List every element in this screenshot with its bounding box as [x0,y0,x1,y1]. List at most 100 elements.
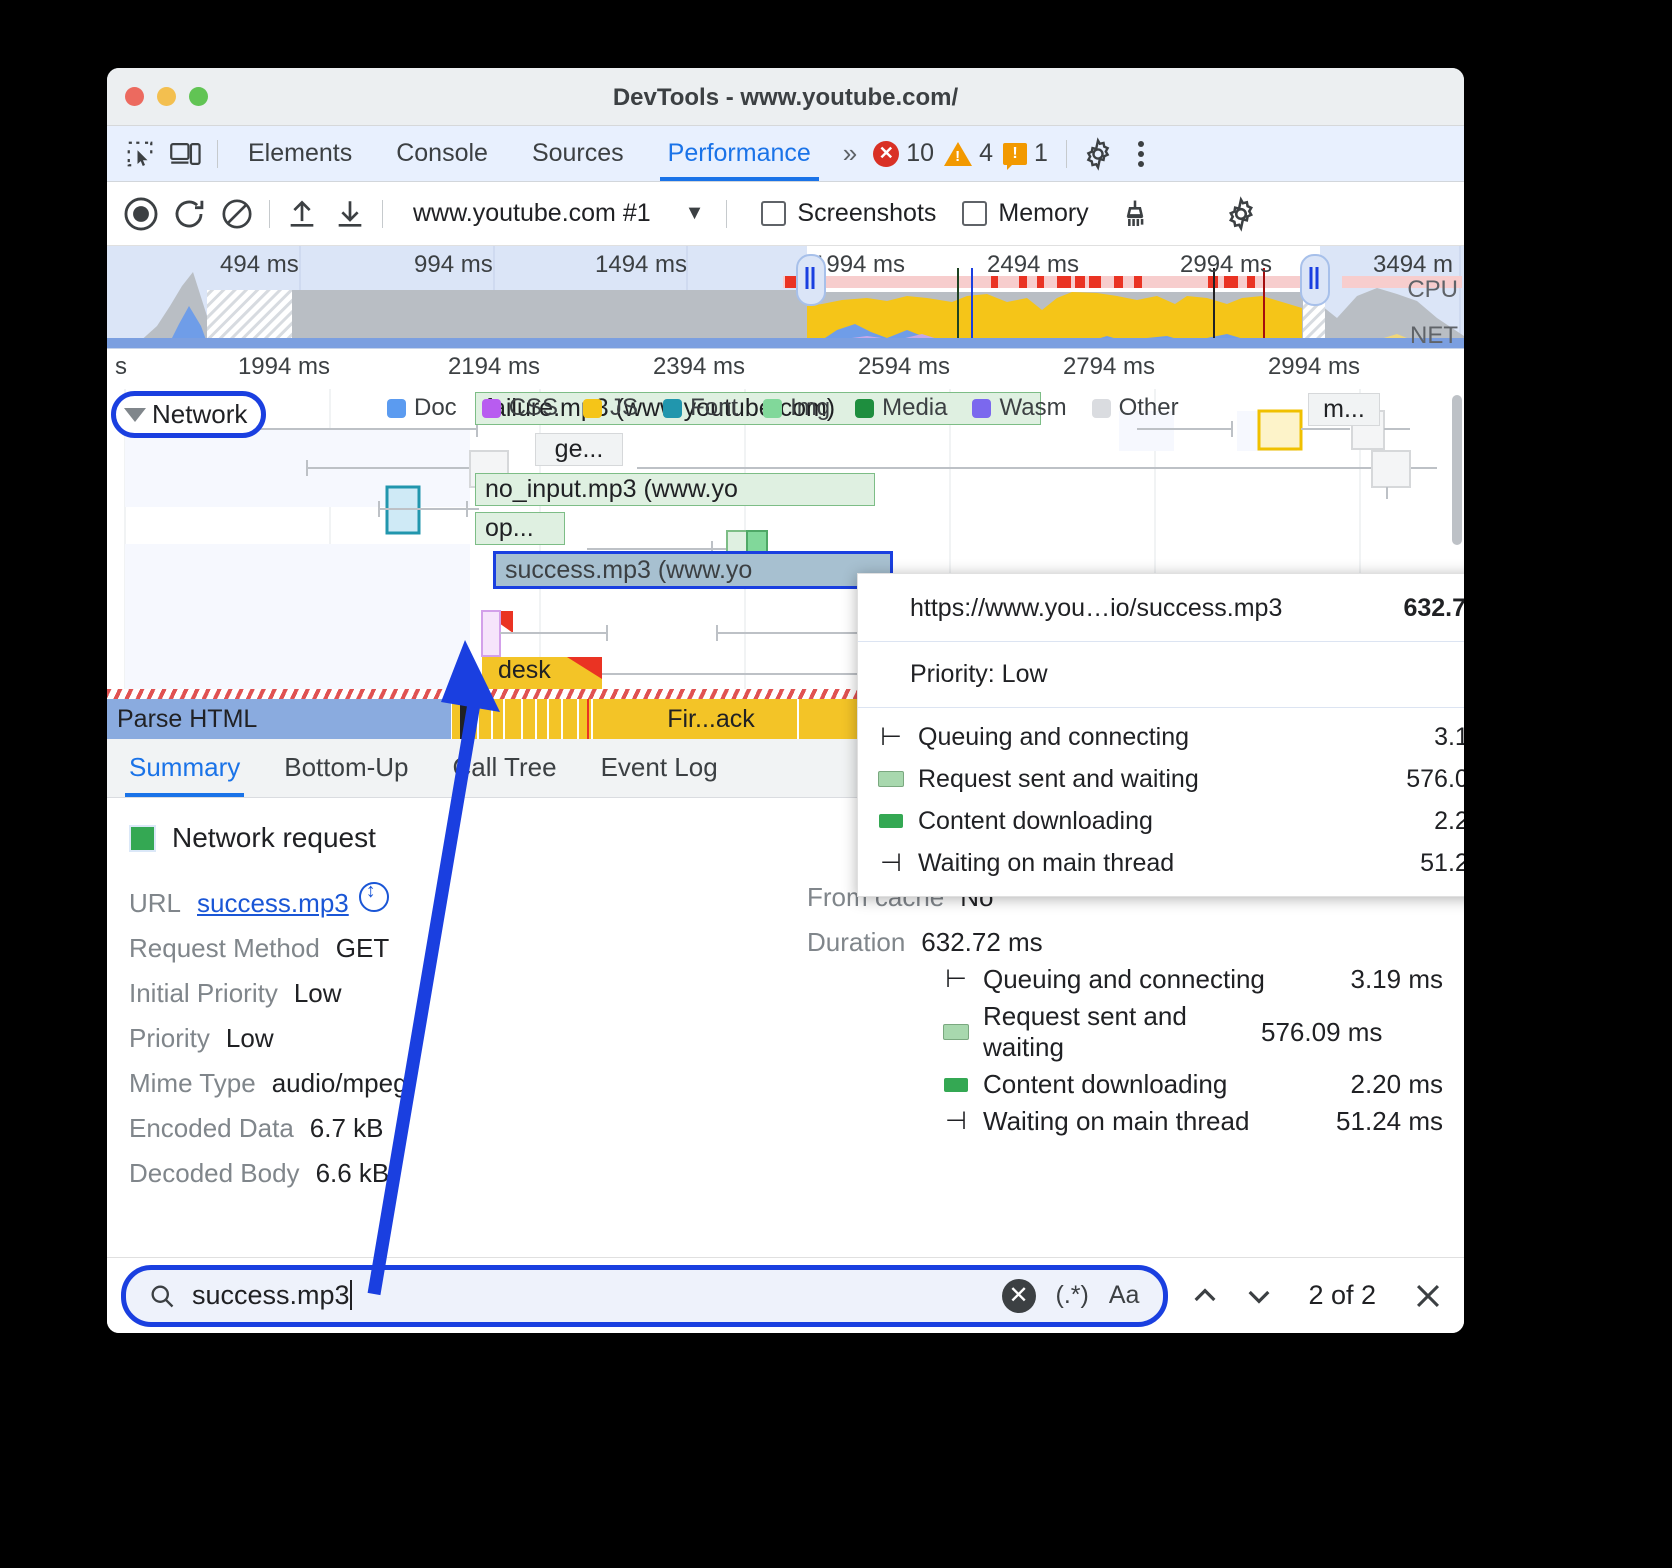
summary-row-url: URL success.mp3 [129,882,749,919]
search-input[interactable]: success.mp3 [192,1280,1002,1311]
waterfall-ruler: s 1994 ms 2194 ms 2394 ms 2594 ms 2794 m… [107,349,1464,389]
network-legend: Doc CSS JS Font Img Media Wasm Other [387,394,1195,422]
legend-other: Other [1092,394,1179,422]
breakdown-waiting-main-thread: ⊣ Waiting on main thread 51.24 ms [943,1106,1443,1137]
network-request-tooltip: https://www.you…io/success.mp3 632.72 ms… [857,573,1464,897]
breakdown-label-queuing: Queuing and connecting [983,964,1333,995]
summary-row-request-method: Request Method GET [129,933,749,964]
memory-checkbox[interactable]: Memory [962,199,1088,228]
performance-settings-gear-icon[interactable] [1217,190,1265,238]
overview-left-handle[interactable] [796,254,826,306]
tooltip-row-request-sent: Request sent and waiting 576.09 ms [878,758,1464,800]
breakdown-label-request-sent: Request sent and waiting [983,1001,1243,1063]
record-icon[interactable] [117,190,165,238]
reload-record-icon[interactable] [165,190,213,238]
overview-timeline[interactable]: 494 ms 994 ms 1494 ms 1994 ms 2494 ms 29… [107,246,1464,349]
more-options-icon[interactable] [1121,134,1161,174]
summary-key-decoded-body: Decoded Body [129,1158,300,1189]
request-bar-success-selected[interactable]: success.mp3 (www.yo [493,551,893,589]
flame-block-first-paint[interactable]: Fir...ack [635,699,787,739]
legend-label-other: Other [1119,394,1179,422]
device-toolbar-icon[interactable] [163,134,209,174]
tooltip-label-request-sent: Request sent and waiting [918,765,1406,794]
overview-tick-6: 3494 m [1373,251,1453,279]
light-green-chip-icon [878,771,904,787]
request-bar-no-input[interactable]: no_input.mp3 (www.yo [475,473,875,506]
tooltip-priority: Priority: Low [858,642,1464,708]
title-bar: DevTools - www.youtube.com/ [107,68,1464,126]
waterfall-scrollbar[interactable] [1452,395,1462,545]
tab-performance[interactable]: Performance [646,126,833,181]
wf-tick-1: 1994 ms [238,353,330,381]
legend-swatch-css [482,399,501,418]
cpu-track-label: CPU [1407,276,1458,304]
upload-profile-icon[interactable] [278,190,326,238]
gear-icon[interactable] [1075,134,1121,174]
summary-value-url[interactable]: success.mp3 [197,888,349,919]
breakdown-value-request-sent: 576.09 ms [1261,1017,1382,1048]
chevron-down-icon [124,408,146,422]
breakdown-value-content-downloading: 2.20 ms [1351,1069,1444,1100]
info-counter[interactable]: ! 1 [1003,139,1048,168]
summary-row-encoded-data: Encoded Data 6.7 kB [129,1113,749,1144]
memory-label: Memory [998,199,1088,228]
search-input-wrapper[interactable]: success.mp3 ✕ (.*) Aa [121,1265,1168,1327]
memory-checkbox-box [962,201,987,226]
tab-sources[interactable]: Sources [510,126,646,181]
overview-right-handle[interactable] [1300,254,1330,306]
tab-bottom-up[interactable]: Bottom-Up [262,752,430,797]
search-next-button[interactable] [1232,1269,1286,1323]
performance-toolbar: www.youtube.com #1 ▼ Screenshots Memory [107,182,1464,246]
request-bar-op[interactable]: op... [475,512,565,545]
warning-icon [944,142,972,166]
legend-swatch-wasm [972,399,991,418]
inspect-element-icon[interactable] [117,134,163,174]
tooltip-header: https://www.you…io/success.mp3 632.72 ms [858,574,1464,642]
legend-swatch-other [1092,399,1111,418]
collect-garbage-icon[interactable] [1111,190,1159,238]
legend-label-css: CSS [509,394,558,422]
open-in-network-panel-icon[interactable] [359,882,389,912]
window-title: DevTools - www.youtube.com/ [107,84,1464,112]
request-bar-desk: desk [489,655,589,688]
tooltip-breakdown: ⊢ Queuing and connecting 3.19 ms Request… [858,708,1464,896]
search-prev-button[interactable] [1178,1269,1232,1323]
network-request-swatch [129,825,156,852]
toolbar2-divider-2 [382,200,383,228]
summary-heading-label: Network request [172,822,376,854]
clear-icon[interactable] [213,190,261,238]
download-profile-icon[interactable] [326,190,374,238]
summary-value-decoded-body: 6.6 kB [316,1158,390,1189]
tab-elements[interactable]: Elements [226,126,374,181]
legend-wasm: Wasm [972,394,1066,422]
chevron-down-icon[interactable]: ▼ [685,202,705,225]
light-green-chip-icon [943,1024,969,1040]
clear-input-icon[interactable]: ✕ [1002,1279,1036,1313]
tab-event-log[interactable]: Event Log [579,752,740,797]
network-track-toggle[interactable]: Network [111,391,266,438]
error-counter[interactable]: ✕ 10 [873,139,934,168]
tab-call-tree[interactable]: Call Tree [431,752,579,797]
profile-select[interactable]: www.youtube.com #1 [413,199,651,228]
screenshot-root: DevTools - www.youtube.com/ Elements Con… [0,0,1672,1568]
more-tabs-icon[interactable]: » [833,138,863,169]
tab-summary[interactable]: Summary [107,752,262,797]
summary-value-initial-priority: Low [294,978,342,1009]
request-bar-ge[interactable]: ge... [535,433,623,466]
summary-row-initial-priority: Initial Priority Low [129,978,749,1009]
screenshots-checkbox[interactable]: Screenshots [761,199,936,228]
warning-counter[interactable]: 4 [944,139,993,168]
close-search-icon[interactable] [1398,1266,1458,1326]
match-case-toggle[interactable]: Aa [1109,1281,1140,1310]
network-track-label: Network [152,399,247,430]
flame-block-parse-html[interactable]: Parse HTML [107,699,452,739]
tab-console[interactable]: Console [374,126,510,181]
warning-count: 4 [979,139,993,168]
overview-tick-3: 1994 ms [813,251,905,279]
request-bar-m[interactable]: m... [1308,393,1380,426]
wf-tick-2: 2194 ms [448,353,540,381]
breakdown-label-waiting-main-thread: Waiting on main thread [983,1106,1318,1137]
legend-swatch-js [583,399,602,418]
regex-toggle[interactable]: (.*) [1056,1281,1089,1310]
bracket-right-icon: ⊣ [878,851,904,876]
